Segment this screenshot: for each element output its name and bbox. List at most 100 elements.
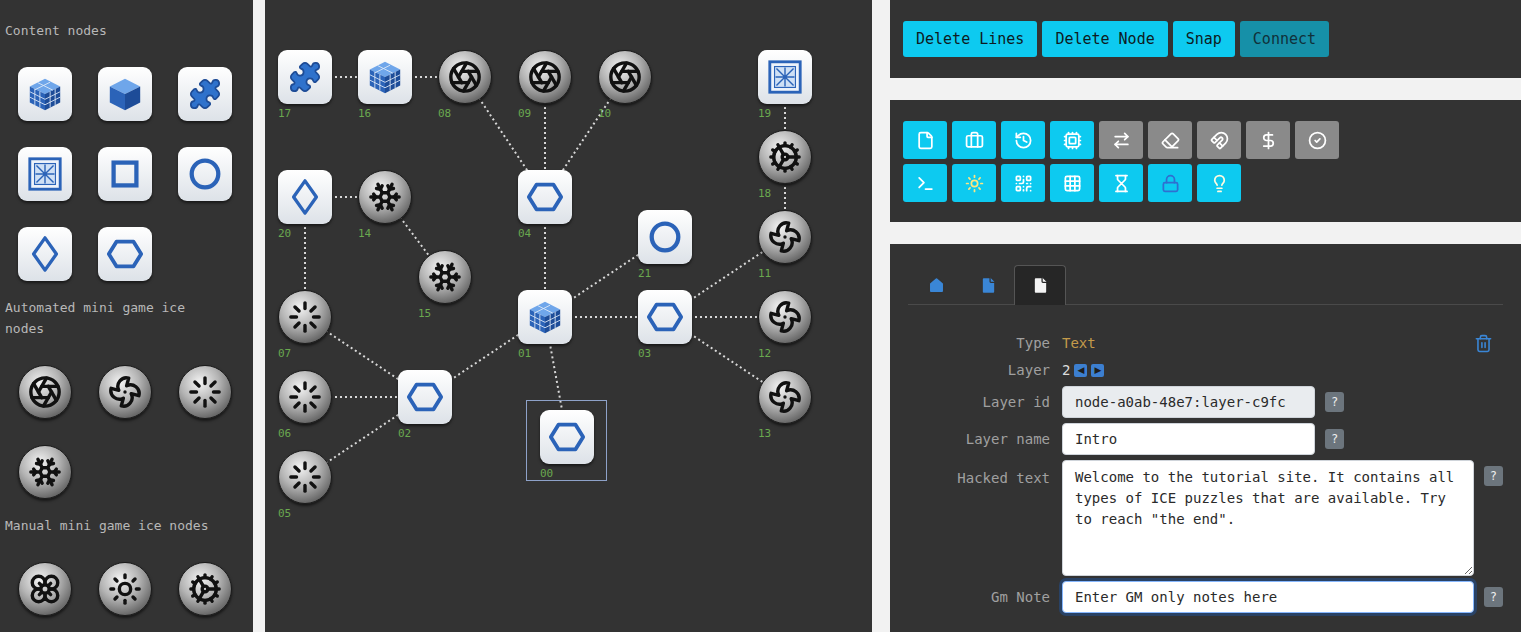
layer-type-button[interactable] — [1001, 164, 1045, 202]
map-node[interactable]: 08 — [424, 40, 505, 121]
layer-type-button[interactable] — [1099, 121, 1143, 159]
content-node[interactable] — [18, 147, 72, 201]
field-row: Layer2◀▶ — [908, 359, 1503, 381]
layer-type-button[interactable] — [1148, 121, 1192, 159]
layer-type-button[interactable] — [1001, 121, 1045, 159]
content-node[interactable] — [358, 50, 412, 104]
text-input[interactable] — [1062, 581, 1474, 613]
layer-type-button[interactable] — [903, 164, 947, 202]
map-node[interactable]: 09 — [504, 40, 585, 121]
map-node[interactable]: 19 — [744, 40, 825, 121]
content-node[interactable] — [638, 290, 692, 344]
ice-node[interactable] — [418, 250, 472, 304]
content-node[interactable] — [638, 210, 692, 264]
content-node[interactable] — [758, 50, 812, 104]
ice-node[interactable] — [758, 370, 812, 424]
ice-node[interactable] — [758, 210, 812, 264]
content-node[interactable] — [540, 410, 594, 464]
content-node[interactable] — [398, 370, 452, 424]
node-label: 02 — [398, 428, 411, 440]
help-button[interactable]: ? — [1484, 466, 1503, 486]
map-node[interactable]: 15 — [404, 240, 485, 321]
help-button[interactable]: ? — [1325, 429, 1344, 449]
ice-node[interactable] — [438, 50, 492, 104]
content-node[interactable] — [178, 147, 232, 201]
layer-type-button[interactable] — [952, 164, 996, 202]
type-value: Text — [1062, 332, 1096, 354]
layer-type-button[interactable] — [952, 121, 996, 159]
map-node[interactable]: 11 — [744, 200, 825, 281]
layer-type-button[interactable] — [1197, 164, 1241, 202]
action-button[interactable]: Connect — [1240, 21, 1329, 57]
ice-node[interactable] — [18, 562, 72, 616]
layer-type-button[interactable] — [1197, 121, 1241, 159]
layer-next-button[interactable]: ▶ — [1091, 364, 1104, 377]
ice-node[interactable] — [178, 365, 232, 419]
ice-node[interactable] — [518, 50, 572, 104]
map-node[interactable]: 10 — [584, 40, 665, 121]
layer-type-button[interactable] — [1148, 164, 1192, 202]
details-tab[interactable] — [962, 265, 1014, 305]
ice-node[interactable] — [758, 130, 812, 184]
layer-type-button[interactable] — [1295, 121, 1339, 159]
mandala-icon — [188, 572, 222, 606]
ice-node[interactable] — [278, 370, 332, 424]
text-input[interactable] — [1062, 423, 1315, 455]
map-node[interactable]: 21 — [624, 200, 705, 281]
map-node[interactable]: 17 — [265, 40, 345, 121]
map-node[interactable]: 14 — [344, 160, 425, 241]
ice-node[interactable] — [358, 170, 412, 224]
content-node[interactable] — [98, 227, 152, 281]
map-node[interactable]: 18 — [744, 120, 825, 201]
layer-type-button[interactable] — [903, 121, 947, 159]
ice-node[interactable] — [18, 445, 72, 499]
help-button[interactable]: ? — [1484, 587, 1503, 607]
ice-node[interactable] — [98, 365, 152, 419]
map-node[interactable]: 06 — [265, 360, 345, 441]
map-node[interactable]: 04 — [504, 160, 585, 241]
content-node[interactable] — [518, 290, 572, 344]
layer-type-button[interactable] — [1050, 164, 1094, 202]
layer-type-button[interactable] — [1246, 121, 1290, 159]
ice-node[interactable] — [598, 50, 652, 104]
details-tab[interactable] — [1014, 265, 1066, 305]
content-node[interactable] — [178, 67, 232, 121]
content-node[interactable] — [18, 227, 72, 281]
map-node[interactable]: 13 — [744, 360, 825, 441]
map-node[interactable]: 05 — [265, 440, 345, 521]
content-node[interactable] — [278, 170, 332, 224]
layer-stepper: 2◀▶ — [1062, 359, 1104, 381]
node-label: 20 — [278, 228, 291, 240]
ice-node[interactable] — [278, 290, 332, 344]
details-tab[interactable] — [910, 265, 962, 305]
content-node[interactable] — [518, 170, 572, 224]
action-button[interactable]: Snap — [1173, 21, 1235, 57]
action-button[interactable]: Delete Lines — [903, 21, 1037, 57]
map-node[interactable]: 12 — [744, 280, 825, 361]
map-node[interactable]: 02 — [384, 360, 465, 441]
help-button[interactable]: ? — [1325, 392, 1344, 412]
layer-prev-button[interactable]: ◀ — [1074, 364, 1087, 377]
map-node[interactable]: 01 — [504, 280, 585, 361]
map-node[interactable]: 07 — [265, 280, 345, 361]
layer-type-button[interactable] — [1050, 121, 1094, 159]
content-node[interactable] — [98, 147, 152, 201]
layer-type-button[interactable] — [1099, 164, 1143, 202]
hacked-text-area[interactable]: Welcome to the tutorial site. It contain… — [1062, 460, 1474, 576]
action-button[interactable]: Delete Node — [1042, 21, 1167, 57]
map-node[interactable]: 20 — [265, 160, 345, 241]
map-node[interactable]: 16 — [344, 40, 425, 121]
site-map-canvas[interactable]: 00 01 02 03 04 050607 080910 111213 1415 1617 1819… — [265, 0, 872, 632]
ice-node[interactable] — [278, 450, 332, 504]
content-node[interactable] — [18, 67, 72, 121]
content-node[interactable] — [278, 50, 332, 104]
ice-node[interactable] — [98, 562, 152, 616]
content-node[interactable] — [98, 67, 152, 121]
ice-node[interactable] — [178, 562, 232, 616]
map-node[interactable]: 00 — [526, 400, 607, 481]
map-node[interactable]: 03 — [624, 280, 705, 361]
ice-node[interactable] — [18, 365, 72, 419]
pinwheel-icon — [768, 380, 802, 414]
ice-node[interactable] — [758, 290, 812, 344]
delete-layer-button[interactable] — [1474, 332, 1493, 354]
